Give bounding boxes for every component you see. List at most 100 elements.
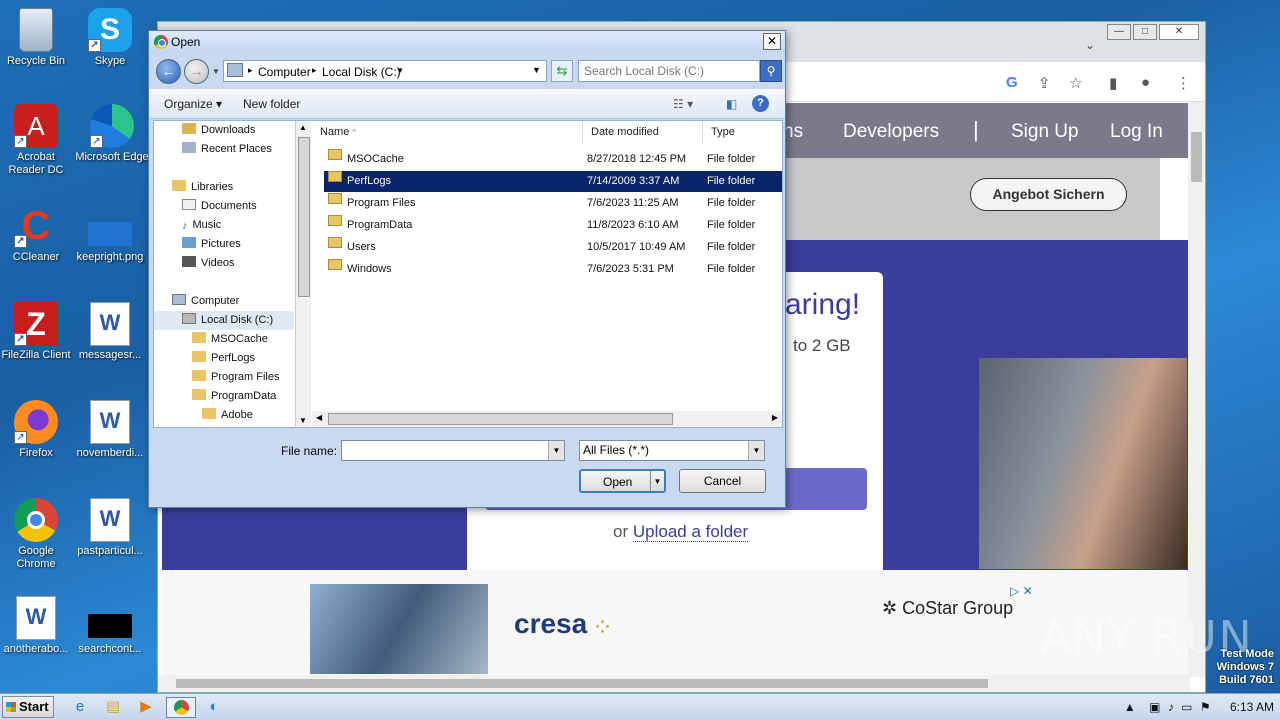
- file-name-input[interactable]: [342, 441, 564, 460]
- back-button[interactable]: ←: [156, 59, 181, 84]
- nav-link-sign-up[interactable]: Sign Up: [1011, 121, 1079, 143]
- refresh-icon[interactable]: ⇆: [551, 60, 573, 82]
- desktop-icon-messages-doc[interactable]: W messagesr...: [72, 302, 148, 362]
- nav-item-videos[interactable]: Videos: [182, 254, 234, 273]
- nav-item-recent-places[interactable]: Recent Places: [182, 140, 272, 159]
- open-button[interactable]: Open ▼: [579, 469, 666, 493]
- search-field[interactable]: [578, 60, 760, 82]
- address-bar[interactable]: ▸ Computer ▸ Local Disk (C:) ▾ ▼: [223, 60, 547, 82]
- search-input[interactable]: [579, 61, 759, 81]
- ie-icon[interactable]: e: [68, 697, 92, 718]
- desktop-icon-skype[interactable]: S ↗ Skype: [72, 8, 148, 68]
- preview-pane-icon[interactable]: ◧: [726, 97, 737, 111]
- nav-item-computer[interactable]: Computer: [172, 292, 239, 311]
- file-row[interactable]: Program Files 7/6/2023 11:25 AM File fol…: [324, 193, 782, 214]
- search-icon[interactable]: ⚲: [760, 60, 782, 82]
- nav-link-developers[interactable]: Developers: [843, 121, 939, 143]
- tray-flag-icon[interactable]: ⚑: [1200, 700, 1211, 714]
- star-icon[interactable]: ☆: [1069, 74, 1082, 92]
- nav-item-documents[interactable]: Documents: [182, 197, 257, 216]
- breadcrumb-chevron-icon[interactable]: ▸: [248, 65, 253, 76]
- tab-list-chevron-icon[interactable]: ⌄: [1085, 38, 1095, 52]
- help-icon[interactable]: ?: [752, 95, 769, 112]
- column-type[interactable]: Type: [703, 121, 782, 143]
- edge-icon[interactable]: ◐: [202, 697, 226, 718]
- recent-locations-chevron-icon[interactable]: ▼: [212, 67, 220, 76]
- desktop-icon-recycle-bin[interactable]: Recycle Bin: [0, 8, 74, 68]
- profile-icon[interactable]: ●: [1141, 74, 1150, 91]
- file-row[interactable]: Windows 7/6/2023 5:31 PM File folder: [324, 259, 782, 280]
- nav-item-program-files[interactable]: Program Files: [192, 368, 279, 387]
- ad-banner[interactable]: cresa ⁘ ✲ CoStar Group ▷ ✕: [162, 570, 1188, 678]
- file-name-dropdown-icon[interactable]: ▼: [548, 441, 564, 460]
- desktop-icon-label: Microsoft Edge: [75, 151, 149, 163]
- breadcrumb-local-disk[interactable]: Local Disk (C:): [322, 65, 401, 79]
- desktop-icon-ccleaner[interactable]: C ↗ CCleaner: [0, 204, 74, 264]
- column-date-modified[interactable]: Date modified: [583, 121, 703, 143]
- nav-link-plans[interactable]: ns: [783, 121, 803, 143]
- open-options-icon[interactable]: ▼: [650, 471, 664, 491]
- tray-arrow-icon[interactable]: ▲: [1124, 700, 1136, 714]
- desktop-icon-november-doc[interactable]: W novemberdi...: [72, 400, 148, 460]
- nav-item-pictures[interactable]: Pictures: [182, 235, 241, 254]
- breadcrumb-chevron-icon[interactable]: ▾: [398, 65, 403, 76]
- desktop-icon-acrobat[interactable]: A ↗ Acrobat Reader DC: [0, 104, 74, 177]
- maximize-button[interactable]: □: [1133, 24, 1157, 40]
- file-row[interactable]: ProgramData 11/8/2023 6:10 AM File folde…: [324, 215, 782, 236]
- nav-item-msocache[interactable]: MSOCache: [192, 330, 268, 349]
- address-dropdown-icon[interactable]: ▼: [532, 65, 541, 75]
- navigation-scrollbar[interactable]: ▲ ▼: [295, 121, 311, 427]
- start-button[interactable]: Start: [2, 696, 54, 718]
- breadcrumb-chevron-icon[interactable]: ▸: [312, 65, 317, 76]
- share-icon[interactable]: ⇪: [1038, 74, 1051, 92]
- tray-volume-icon[interactable]: ♪: [1168, 700, 1174, 714]
- file-name-combobox[interactable]: ▼: [341, 440, 565, 461]
- file-type-dropdown-icon[interactable]: ▼: [748, 441, 764, 460]
- forward-button[interactable]: →: [184, 59, 209, 84]
- menu-icon[interactable]: ⋮: [1176, 74, 1191, 92]
- cancel-button[interactable]: Cancel: [679, 469, 766, 493]
- browser-horizontal-scrollbar[interactable]: [158, 675, 1190, 692]
- nav-item-downloads[interactable]: Downloads: [182, 121, 255, 140]
- nav-item-perflogs[interactable]: PerfLogs: [192, 349, 255, 368]
- view-options-icon[interactable]: ☷ ▾: [673, 97, 693, 111]
- breadcrumb-computer[interactable]: Computer: [258, 65, 311, 79]
- chrome-taskbar-button[interactable]: [166, 697, 196, 718]
- desktop-icon-filezilla[interactable]: Z ↗ FileZilla Client: [0, 302, 74, 362]
- angebot-button[interactable]: Angebot Sichern: [970, 178, 1127, 211]
- nav-item-music[interactable]: ♪ Music: [182, 216, 221, 235]
- nav-item-programdata[interactable]: ProgramData: [192, 387, 276, 406]
- file-row[interactable]: MSOCache 8/27/2018 12:45 PM File folder: [324, 149, 782, 170]
- minimize-button[interactable]: —: [1107, 24, 1131, 40]
- file-type-select[interactable]: All Files (*.*) ▼: [579, 440, 765, 461]
- desktop-icon-anotherabout-doc[interactable]: W anotherabo...: [0, 596, 74, 656]
- nav-item-adobe[interactable]: Adobe: [202, 406, 253, 425]
- file-row[interactable]: PerfLogs 7/14/2009 3:37 AM File folder: [324, 171, 782, 192]
- organize-button[interactable]: Organize ▾: [164, 97, 222, 111]
- tray-network-icon[interactable]: ▣: [1149, 700, 1160, 714]
- file-list-scrollbar[interactable]: ◀ ▶: [312, 411, 782, 427]
- desktop-icon-firefox[interactable]: ↗ Firefox: [0, 400, 74, 460]
- ad-close-icon[interactable]: ▷ ✕: [1010, 584, 1033, 598]
- nav-item-libraries[interactable]: Libraries: [172, 178, 233, 197]
- google-icon[interactable]: G: [1006, 74, 1018, 91]
- browser-vertical-scrollbar[interactable]: [1188, 102, 1205, 677]
- file-row[interactable]: Users 10/5/2017 10:49 AM File folder: [324, 237, 782, 258]
- desktop-icon-pastparticiple-doc[interactable]: W pastparticul...: [72, 498, 148, 558]
- media-player-icon[interactable]: ▶: [134, 697, 158, 718]
- upload-folder-link[interactable]: Upload a folder: [632, 522, 749, 542]
- desktop-icon-edge[interactable]: ↗ Microsoft Edge: [74, 104, 150, 164]
- new-folder-button[interactable]: New folder: [243, 97, 300, 111]
- clock[interactable]: 6:13 AM: [1230, 700, 1274, 714]
- desktop-icon-chrome[interactable]: Google Chrome: [0, 498, 74, 571]
- desktop-icon-keepright[interactable]: keepright.png: [72, 204, 148, 264]
- tray-display-icon[interactable]: ▭: [1181, 700, 1192, 714]
- close-button[interactable]: ✕: [1159, 24, 1199, 40]
- explorer-icon[interactable]: ▤: [101, 697, 125, 718]
- sidebar-icon[interactable]: ▮: [1109, 74, 1117, 92]
- nav-item-local-disk[interactable]: Local Disk (C:): [154, 311, 294, 330]
- nav-link-log-in[interactable]: Log In: [1110, 121, 1163, 143]
- column-name[interactable]: Name ^: [312, 121, 583, 143]
- dialog-close-button[interactable]: ✕: [763, 33, 781, 50]
- desktop-icon-searchcont[interactable]: searchcont...: [72, 596, 148, 656]
